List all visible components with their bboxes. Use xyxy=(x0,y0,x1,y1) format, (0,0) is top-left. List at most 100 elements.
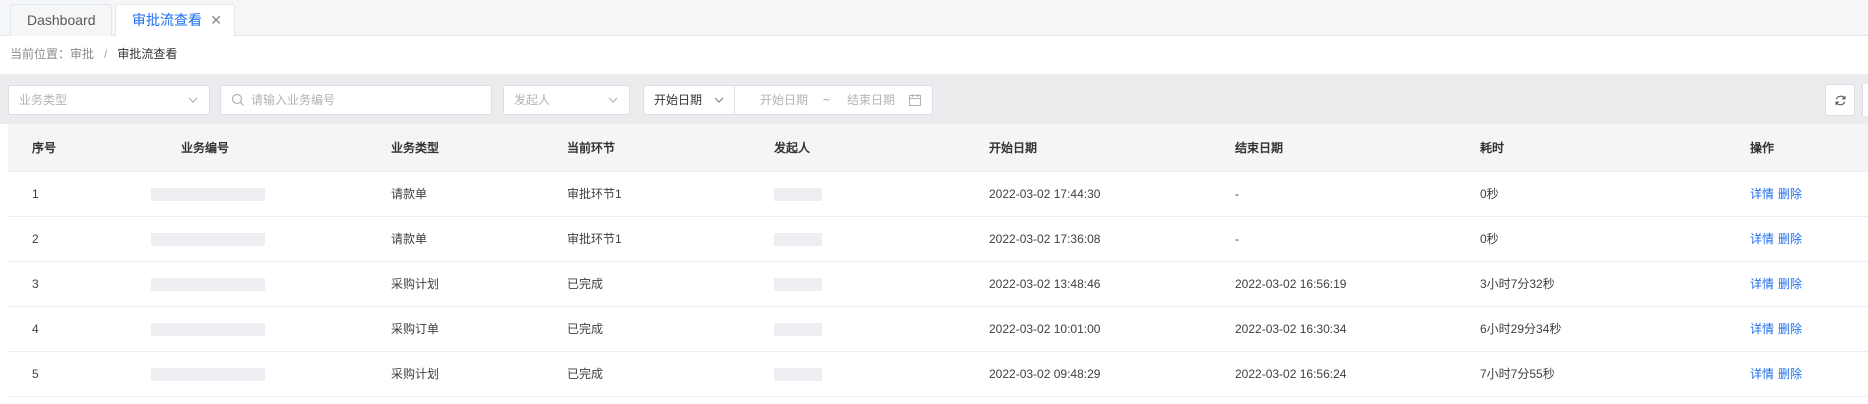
redacted-initiator xyxy=(774,368,822,381)
detail-link[interactable]: 详情 xyxy=(1750,277,1774,291)
cell-start-date: 2022-03-02 09:48:29 xyxy=(989,367,1101,381)
initiator-select[interactable]: 发起人 xyxy=(503,85,630,115)
column-header-current-node: 当前环节 xyxy=(567,141,616,155)
close-icon[interactable]: ✕ xyxy=(210,5,222,36)
start-date-input[interactable]: 开始日期 xyxy=(760,86,808,114)
end-date-input[interactable]: 结束日期 xyxy=(847,86,895,114)
tab-label: Dashboard xyxy=(27,12,96,28)
cell-actions: 详情 删除 xyxy=(1750,321,1806,337)
cell-seq: 5 xyxy=(32,367,39,381)
cell-duration: 3小时7分32秒 xyxy=(1480,277,1555,291)
cell-start-date: 2022-03-02 10:01:00 xyxy=(989,322,1101,336)
date-type-select[interactable]: 开始日期 xyxy=(643,85,735,115)
delete-link[interactable]: 删除 xyxy=(1778,322,1802,336)
cell-seq: 1 xyxy=(32,187,39,201)
chevron-down-icon xyxy=(188,97,198,103)
detail-link[interactable]: 详情 xyxy=(1750,232,1774,246)
redacted-initiator xyxy=(774,233,822,246)
cell-actions: 详情 删除 xyxy=(1750,276,1806,292)
refresh-icon xyxy=(1835,95,1846,106)
breadcrumb-separator: / xyxy=(104,47,108,61)
cell-current-node: 审批环节1 xyxy=(567,232,622,246)
tab-dashboard[interactable]: Dashboard xyxy=(10,4,112,36)
cell-start-date: 2022-03-02 13:48:46 xyxy=(989,277,1101,291)
cell-biz-type: 请款单 xyxy=(391,232,428,246)
cell-actions: 详情 删除 xyxy=(1750,186,1806,202)
column-header-seq: 序号 xyxy=(32,141,57,155)
table-row: 5 采购计划 已完成 2022-03-02 09:48:29 2022-03-02 16… xyxy=(8,352,1868,397)
cell-end-date: 2022-03-02 16:30:34 xyxy=(1235,322,1347,336)
search-placeholder: 请输入业务编号 xyxy=(251,93,336,107)
detail-link[interactable]: 详情 xyxy=(1750,367,1774,381)
breadcrumb-prefix: 当前位置： xyxy=(10,47,71,61)
cell-seq: 4 xyxy=(32,322,39,336)
cell-current-node: 已完成 xyxy=(567,367,604,381)
cell-start-date: 2022-03-02 17:36:08 xyxy=(989,232,1101,246)
table-row: 3 采购计划 已完成 2022-03-02 13:48:46 2022-03-02 16… xyxy=(8,262,1868,307)
cell-seq: 3 xyxy=(32,277,39,291)
column-header-biz-number: 业务编号 xyxy=(181,141,230,155)
redacted-biz-number xyxy=(151,323,265,336)
cell-end-date: 2022-03-02 16:56:24 xyxy=(1235,367,1347,381)
cell-end-date: 2022-03-02 16:56:19 xyxy=(1235,277,1347,291)
refresh-button[interactable] xyxy=(1825,84,1855,116)
table-header: 序号 业务编号 业务类型 当前环节 发起人 开始日期 结束日期 耗时 操作 xyxy=(8,124,1868,172)
cell-end-date: - xyxy=(1235,187,1239,201)
column-header-initiator: 发起人 xyxy=(774,141,811,155)
detail-link[interactable]: 详情 xyxy=(1750,322,1774,336)
cell-current-node: 审批环节1 xyxy=(567,187,622,201)
delete-link[interactable]: 删除 xyxy=(1778,277,1802,291)
delete-link[interactable]: 删除 xyxy=(1778,367,1802,381)
chevron-down-icon xyxy=(608,97,618,103)
chevron-down-icon xyxy=(714,97,724,103)
search-icon xyxy=(231,93,244,106)
biz-type-select[interactable]: 业务类型 xyxy=(8,85,210,115)
cell-duration: 0秒 xyxy=(1480,187,1499,201)
column-header-duration: 耗时 xyxy=(1480,141,1505,155)
detail-link[interactable]: 详情 xyxy=(1750,187,1774,201)
table-row: 1 请款单 审批环节1 2022-03-02 17:44:30 - 0秒 详情 删除 xyxy=(8,172,1868,217)
cell-biz-type: 采购订单 xyxy=(391,322,440,336)
cell-end-date: - xyxy=(1235,232,1239,246)
breadcrumb-parent[interactable]: 审批 xyxy=(70,47,94,61)
cell-start-date: 2022-03-02 17:44:30 xyxy=(989,187,1101,201)
redacted-biz-number xyxy=(151,233,265,246)
redacted-initiator xyxy=(774,278,822,291)
cell-biz-type: 请款单 xyxy=(391,187,428,201)
cell-seq: 2 xyxy=(32,232,39,246)
column-header-actions: 操作 xyxy=(1750,141,1775,155)
tab-label: 审批流查看 xyxy=(132,12,202,28)
biz-type-placeholder: 业务类型 xyxy=(19,93,68,107)
date-range-separator: ~ xyxy=(823,93,831,107)
filter-bar: 业务类型 请输入业务编号 发起人 开始日期 开始日期 ~ 结束日期 xyxy=(0,74,1868,124)
cell-duration: 6小时29分34秒 xyxy=(1480,322,1562,336)
breadcrumb: 当前位置：审批 / 审批流查看 xyxy=(10,46,177,62)
cell-biz-type: 采购计划 xyxy=(391,277,440,291)
cell-actions: 详情 删除 xyxy=(1750,231,1806,247)
approval-flow-table: 序号 业务编号 业务类型 当前环节 发起人 开始日期 结束日期 耗时 操作 1 请… xyxy=(8,124,1868,404)
date-range-picker[interactable]: 开始日期 ~ 结束日期 xyxy=(734,85,933,115)
toolbar-edge xyxy=(1862,84,1868,116)
column-header-end-date: 结束日期 xyxy=(1235,141,1284,155)
calendar-icon xyxy=(908,94,922,107)
cell-duration: 7小时7分55秒 xyxy=(1480,367,1555,381)
cell-current-node: 已完成 xyxy=(567,277,604,291)
redacted-initiator xyxy=(774,323,822,336)
tab-approval-flow-view[interactable]: 审批流查看 ✕ xyxy=(115,4,235,37)
delete-link[interactable]: 删除 xyxy=(1778,187,1802,201)
delete-link[interactable]: 删除 xyxy=(1778,232,1802,246)
cell-duration: 0秒 xyxy=(1480,232,1499,246)
tab-bar: Dashboard 审批流查看 ✕ xyxy=(0,0,1868,37)
table-row: 2 请款单 审批环节1 2022-03-02 17:36:08 - 0秒 详情 删除 xyxy=(8,217,1868,262)
biz-number-search-input[interactable]: 请输入业务编号 xyxy=(220,85,492,115)
redacted-biz-number xyxy=(151,188,265,201)
cell-actions: 详情 删除 xyxy=(1750,366,1806,382)
date-type-value: 开始日期 xyxy=(654,93,703,107)
redacted-initiator xyxy=(774,188,822,201)
table-row: 4 采购订单 已完成 2022-03-02 10:01:00 2022-03-02 16… xyxy=(8,307,1868,352)
redacted-biz-number xyxy=(151,368,265,381)
initiator-placeholder: 发起人 xyxy=(514,93,551,107)
column-header-start-date: 开始日期 xyxy=(989,141,1038,155)
cell-biz-type: 采购计划 xyxy=(391,367,440,381)
column-header-biz-type: 业务类型 xyxy=(391,141,440,155)
